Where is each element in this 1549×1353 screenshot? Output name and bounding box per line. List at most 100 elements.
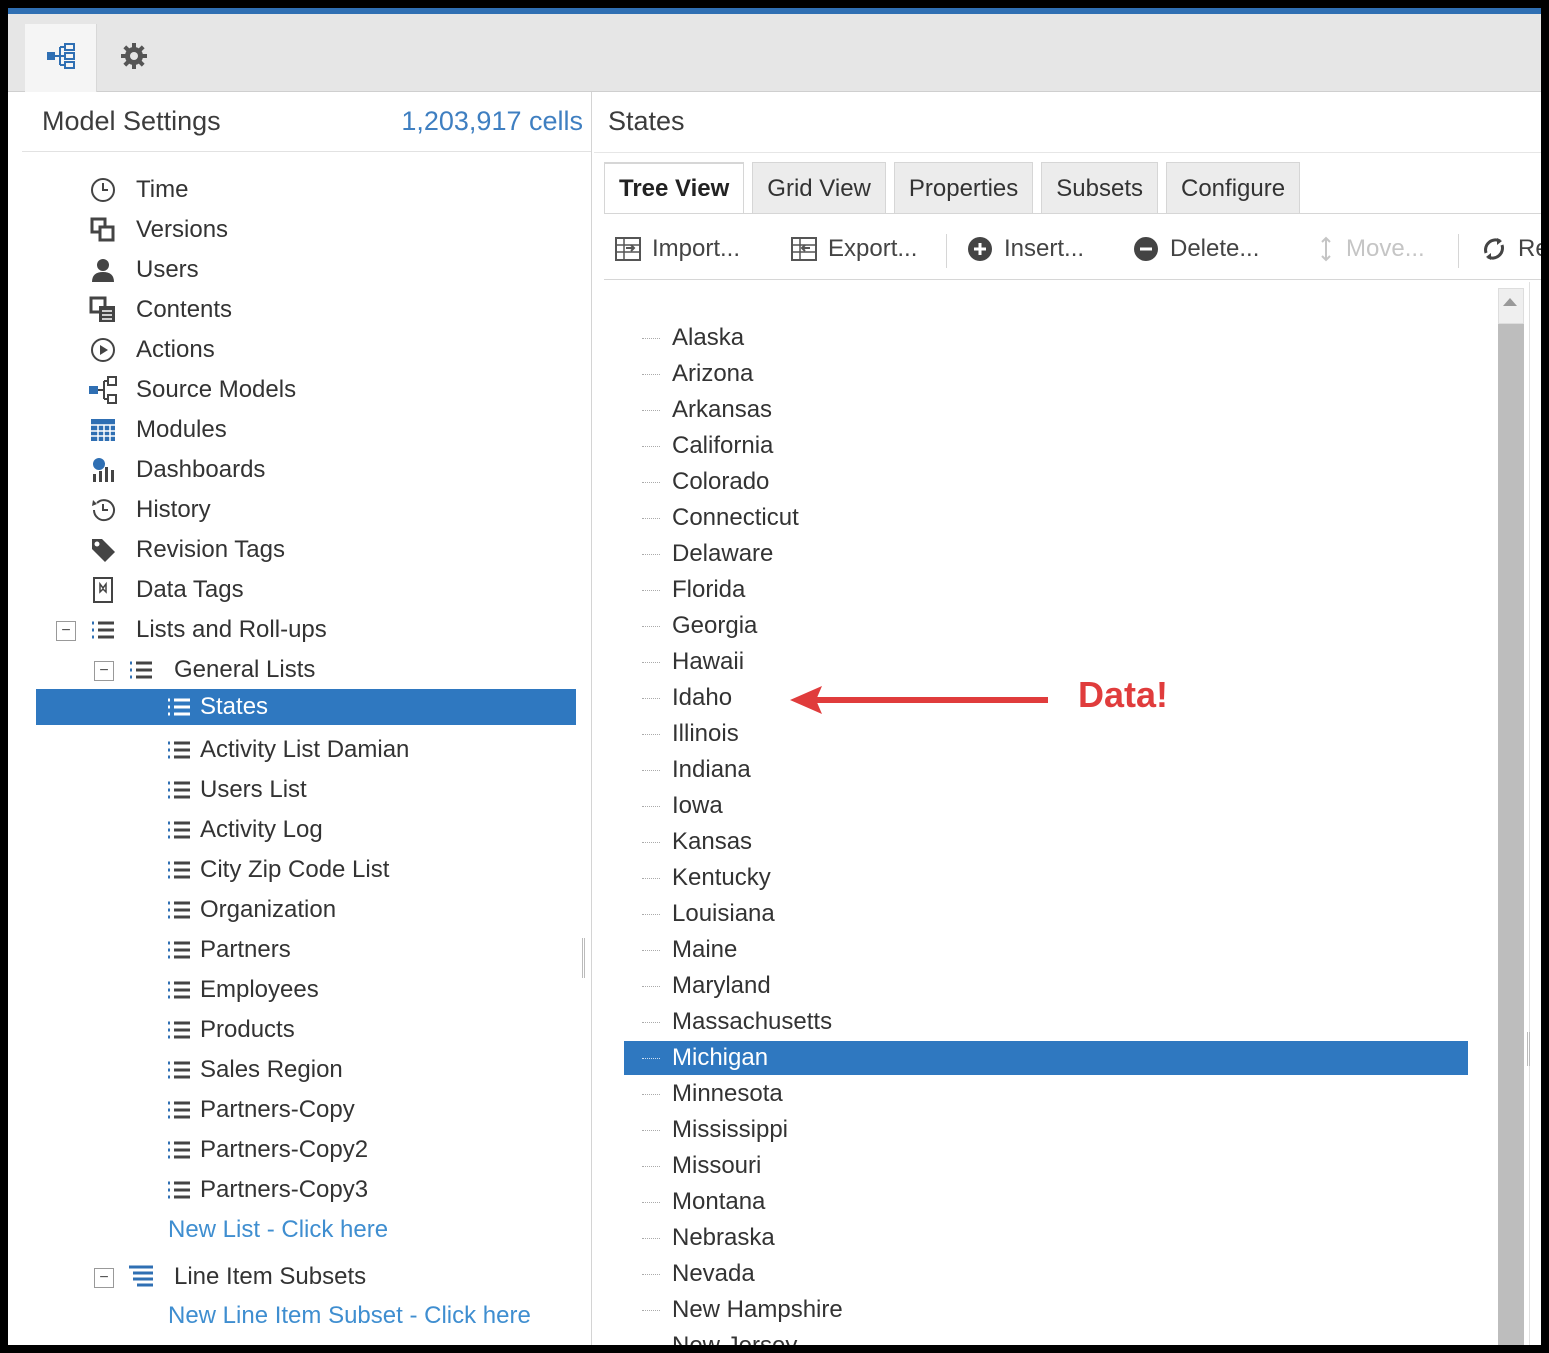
list-item[interactable]: Partners-Copy	[164, 1092, 355, 1128]
vertical-scrollbar[interactable]	[1498, 292, 1524, 1345]
tree-item[interactable]: Minnesota	[624, 1077, 1468, 1111]
tree-item[interactable]: Kansas	[624, 825, 1468, 859]
tab-subsets[interactable]: Subsets	[1041, 162, 1158, 214]
list-item[interactable]: Partners	[164, 932, 291, 968]
hierarchy-tab-button[interactable]	[25, 24, 97, 92]
delete-button[interactable]: Delete...	[1132, 220, 1259, 278]
tree-item[interactable]: Missouri	[624, 1149, 1468, 1183]
nav-item-lists-and-rollups[interactable]: Lists and Roll-ups	[88, 612, 327, 648]
tree-item[interactable]: Montana	[624, 1185, 1468, 1219]
tree-item[interactable]: Indiana	[624, 753, 1468, 787]
import-button[interactable]: Import...	[614, 220, 740, 278]
new-list-link[interactable]: New List - Click here	[168, 1216, 388, 1244]
tree-connector	[642, 1201, 660, 1203]
tree-item[interactable]: Delaware	[624, 537, 1468, 571]
tree-connector	[642, 1237, 660, 1239]
list-item-label: Activity List Damian	[200, 736, 410, 763]
play-circle-icon	[88, 335, 118, 365]
hierarchy-icon	[46, 42, 76, 74]
nav-item-label: Data Tags	[136, 576, 244, 603]
tab-configure[interactable]: Configure	[1166, 162, 1301, 214]
tree-item[interactable]: New Jersey	[624, 1329, 1468, 1345]
panel-resize-handle[interactable]	[1527, 1032, 1530, 1066]
list-item[interactable]: Activity List Damian	[164, 732, 409, 768]
divider	[594, 152, 1541, 153]
list-icon	[164, 1095, 194, 1125]
nav-item-label: Source Models	[136, 376, 297, 403]
list-item[interactable]: Partners-Copy2	[164, 1132, 368, 1168]
tree-item[interactable]: Illinois	[624, 717, 1468, 751]
nav-item-label: Dashboards	[136, 456, 266, 483]
list-item[interactable]: Partners-Copy3	[164, 1172, 368, 1208]
app-window: Model Settings 1,203,917 cells Time Vers…	[8, 8, 1541, 1345]
list-item[interactable]: Products	[164, 1012, 295, 1048]
panel-splitter-handle[interactable]	[582, 938, 585, 978]
nav-item-users[interactable]: Users	[88, 252, 199, 288]
tree-item[interactable]: Hawaii	[624, 645, 1468, 679]
refresh-button[interactable]: Re	[1480, 220, 1541, 278]
tab-tree-view[interactable]: Tree View	[604, 162, 745, 214]
contents-icon	[88, 295, 118, 325]
tree-connector	[642, 769, 660, 771]
nav-item-history[interactable]: History	[88, 492, 211, 528]
tab-grid-view[interactable]: Grid View	[752, 162, 886, 214]
tree-connector	[642, 1057, 660, 1059]
tree-item[interactable]: Iowa	[624, 789, 1468, 823]
nav-item-revision-tags[interactable]: Revision Tags	[88, 532, 285, 568]
tree-item[interactable]: Georgia	[624, 609, 1468, 643]
nav-item-modules[interactable]: Modules	[88, 412, 227, 448]
list-item[interactable]: Users List	[164, 772, 307, 808]
list-item[interactable]: City Zip Code List	[164, 852, 389, 888]
list-item[interactable]: Organization	[164, 892, 336, 928]
general-lists-collapse-toggle[interactable]: −	[94, 661, 114, 681]
nav-item-label: Contents	[136, 296, 233, 323]
list-item[interactable]: Sales Region	[164, 1052, 343, 1088]
nav-item-time[interactable]: Time	[88, 172, 188, 208]
tree-item[interactable]: Kentucky	[624, 861, 1468, 895]
tree-item[interactable]: California	[624, 429, 1468, 463]
lists-collapse-toggle[interactable]: −	[56, 621, 76, 641]
tab-properties[interactable]: Properties	[893, 162, 1034, 214]
nav-item-data-tags[interactable]: Data Tags	[88, 572, 244, 608]
tree-item[interactable]: Mississippi	[624, 1113, 1468, 1147]
tree-item[interactable]: Louisiana	[624, 897, 1468, 931]
nav-item-dashboards[interactable]: Dashboards	[88, 452, 265, 488]
new-line-item-subset-link[interactable]: New Line Item Subset - Click here	[168, 1302, 531, 1330]
tree-item[interactable]: New Hampshire	[624, 1293, 1468, 1327]
nav-item-source-models[interactable]: Source Models	[88, 372, 296, 408]
line-item-subsets-collapse-toggle[interactable]: −	[94, 1268, 114, 1288]
move-button[interactable]: Move...	[1316, 220, 1425, 278]
tree-item[interactable]: Alaska	[624, 321, 1468, 355]
tree-item[interactable]: Florida	[624, 573, 1468, 607]
tree-item[interactable]: Connecticut	[624, 501, 1468, 535]
scroll-up-button[interactable]	[1498, 288, 1524, 324]
chevron-up-icon	[1503, 298, 1517, 306]
settings-tab-button[interactable]	[98, 24, 170, 92]
nav-item-general-lists[interactable]: General Lists	[126, 652, 315, 688]
list-item-states[interactable]: States	[36, 689, 576, 725]
tree-item[interactable]: Maryland	[624, 969, 1468, 1003]
list-item[interactable]: Employees	[164, 972, 319, 1008]
move-label: Move...	[1346, 235, 1425, 262]
tree-item[interactable]: Massachusetts	[624, 1005, 1468, 1039]
tree-item[interactable]: Colorado	[624, 465, 1468, 499]
tree-item-selected[interactable]: Michigan	[624, 1041, 1468, 1075]
list-icon	[164, 1135, 194, 1165]
tree-connector	[642, 1093, 660, 1095]
insert-button[interactable]: Insert...	[966, 220, 1084, 278]
plus-circle-icon	[966, 235, 994, 263]
nav-item-label: Line Item Subsets	[174, 1263, 367, 1290]
tree-item[interactable]: Arkansas	[624, 393, 1468, 427]
tree-item[interactable]: Maine	[624, 933, 1468, 967]
nav-item-line-item-subsets[interactable]: Line Item Subsets	[126, 1259, 366, 1295]
tree-item[interactable]: Nevada	[624, 1257, 1468, 1291]
list-item[interactable]: Activity Log	[164, 812, 323, 848]
export-button[interactable]: Export...	[790, 220, 917, 278]
tree-item[interactable]: Arizona	[624, 357, 1468, 391]
nav-item-versions[interactable]: Versions	[88, 212, 228, 248]
delete-label: Delete...	[1170, 235, 1260, 262]
nav-item-contents[interactable]: Contents	[88, 292, 232, 328]
nav-item-actions[interactable]: Actions	[88, 332, 215, 368]
list-icon	[164, 895, 194, 925]
tree-item[interactable]: Nebraska	[624, 1221, 1468, 1255]
